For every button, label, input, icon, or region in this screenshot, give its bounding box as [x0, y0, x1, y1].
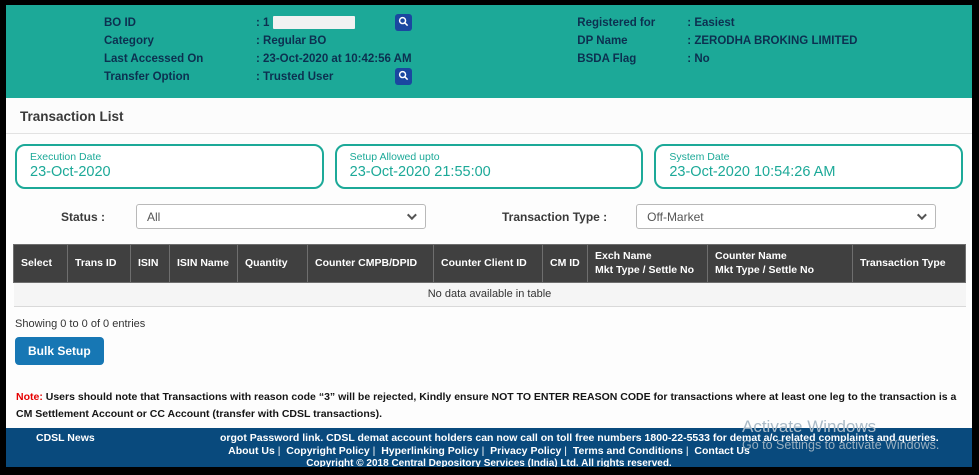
cdsl-news-label: CDSL News [36, 432, 95, 444]
transaction-type-select[interactable]: Off-Market [636, 204, 936, 229]
empty-table-message: No data available in table [14, 283, 966, 307]
footer-link-terms-conditions[interactable]: Terms and Conditions [573, 445, 695, 457]
last-accessed-label: Last Accessed On [104, 53, 256, 65]
table-header-row: Select Trans ID ISIN ISIN Name Quantity … [14, 245, 966, 283]
column-header-counter-name[interactable]: Counter NameMkt Type / Settle No [708, 245, 853, 283]
transfer-option-label: Transfer Option [104, 71, 256, 83]
transfer-option-row: Transfer Option : Trusted User [104, 68, 537, 85]
footer-bar: CDSL News orgot Password link. CDSL dema… [6, 428, 972, 467]
registered-for-label: Registered for [577, 17, 687, 29]
transfer-option-value: : Trusted User [256, 71, 333, 83]
chevron-down-icon [917, 210, 927, 220]
chevron-down-icon [407, 210, 417, 220]
execution-date-value: 23-Oct-2020 [30, 164, 309, 180]
system-date-box: System Date 23-Oct-2020 10:54:26 AM [654, 144, 963, 189]
footer-copyright: Copyright © 2018 Central Depository Serv… [6, 458, 972, 467]
column-header-isin-name[interactable]: ISIN Name [170, 245, 238, 283]
bo-id-redaction-box [273, 16, 355, 29]
bsda-flag-label: BSDA Flag [577, 53, 687, 65]
column-header-quantity[interactable]: Quantity [238, 245, 308, 283]
column-header-counter-cmpb-dpid[interactable]: Counter CMPB/DPID [308, 245, 434, 283]
screen-frame: BO ID : 1 Category : Regular BO Last Acc… [0, 0, 979, 475]
column-header-trans-id[interactable]: Trans ID [68, 245, 131, 283]
column-header-isin[interactable]: ISIN [131, 245, 170, 283]
empty-table-row: No data available in table [14, 283, 966, 307]
last-accessed-row: Last Accessed On : 23-Oct-2020 at 10:42:… [104, 50, 537, 67]
registered-for-value: : Easiest [687, 17, 734, 29]
date-info-boxes: Execution Date 23-Oct-2020 Setup Allowed… [15, 144, 963, 189]
column-header-exch-name[interactable]: Exch NameMkt Type / Settle No [588, 245, 708, 283]
transaction-type-selected-value: Off-Market [647, 210, 703, 224]
filters-row: Status : All Transaction Type : Off-Mark… [6, 204, 972, 229]
footer-links: About UsCopyright PolicyHyperlinking Pol… [6, 445, 972, 457]
note-prefix: Note: [16, 391, 43, 403]
entries-summary: Showing 0 to 0 of 0 entries [15, 318, 963, 330]
bsda-flag-value: : No [687, 53, 709, 65]
column-header-counter-client-id[interactable]: Counter Client ID [434, 245, 543, 283]
note-text: Note: Users should note that Transaction… [16, 389, 962, 422]
status-selected-value: All [147, 210, 160, 224]
status-filter-label: Status : [61, 210, 105, 224]
footer-link-contact-us[interactable]: Contact Us [694, 445, 749, 457]
status-select[interactable]: All [136, 204, 426, 229]
title-band: Transaction List [6, 98, 972, 134]
account-info-left: BO ID : 1 Category : Regular BO Last Acc… [6, 14, 537, 86]
bsda-flag-row: BSDA Flag : No [577, 50, 972, 67]
column-header-transaction-type[interactable]: Transaction Type [853, 245, 966, 283]
bulk-setup-button[interactable]: Bulk Setup [15, 337, 104, 365]
bo-id-row: BO ID : 1 [104, 14, 537, 31]
setup-allowed-value: 23-Oct-2020 21:55:00 [350, 164, 629, 180]
transaction-type-filter-label: Transaction Type : [502, 210, 607, 224]
footer-news-line: CDSL News orgot Password link. CDSL dema… [6, 428, 972, 443]
bo-id-value: : 1 [256, 16, 355, 29]
dp-name-label: DP Name [577, 35, 687, 47]
execution-date-label: Execution Date [30, 151, 309, 163]
last-accessed-value: : 23-Oct-2020 at 10:42:56 AM [256, 53, 412, 65]
setup-allowed-label: Setup Allowed upto [350, 151, 629, 163]
category-value: : Regular BO [256, 35, 326, 47]
registered-for-row: Registered for : Easiest [577, 14, 972, 31]
search-icon [398, 15, 409, 30]
dp-name-row: DP Name : ZERODHA BROKING LIMITED [577, 32, 972, 49]
search-icon [398, 69, 409, 84]
account-info-right: Registered for : Easiest DP Name : ZEROD… [537, 14, 972, 86]
note-body: Users should note that Transactions with… [16, 391, 956, 419]
news-ticker: orgot Password link. CDSL demat account … [220, 432, 939, 444]
column-header-select[interactable]: Select [14, 245, 68, 283]
bo-id-search-button[interactable] [395, 14, 412, 31]
easiest-portal-page: BO ID : 1 Category : Regular BO Last Acc… [6, 5, 972, 467]
footer-link-about-us[interactable]: About Us [228, 445, 286, 457]
setup-allowed-box: Setup Allowed upto 23-Oct-2020 21:55:00 [335, 144, 644, 189]
account-info-panel: BO ID : 1 Category : Regular BO Last Acc… [6, 5, 972, 98]
execution-date-box: Execution Date 23-Oct-2020 [15, 144, 324, 189]
system-date-value: 23-Oct-2020 10:54:26 AM [669, 164, 948, 180]
system-date-label: System Date [669, 151, 948, 163]
category-row: Category : Regular BO [104, 32, 537, 49]
footer-link-privacy-policy[interactable]: Privacy Policy [490, 445, 573, 457]
transfer-option-search-button[interactable] [395, 68, 412, 85]
transactions-table: Select Trans ID ISIN ISIN Name Quantity … [13, 244, 966, 307]
page-title: Transaction List [20, 109, 958, 124]
bo-id-label: BO ID [104, 17, 256, 29]
dp-name-value: : ZERODHA BROKING LIMITED [687, 35, 857, 47]
column-header-cm-id[interactable]: CM ID [543, 245, 588, 283]
footer-link-copyright-policy[interactable]: Copyright Policy [286, 445, 381, 457]
footer-link-hyperlinking-policy[interactable]: Hyperlinking Policy [381, 445, 490, 457]
category-label: Category [104, 35, 256, 47]
